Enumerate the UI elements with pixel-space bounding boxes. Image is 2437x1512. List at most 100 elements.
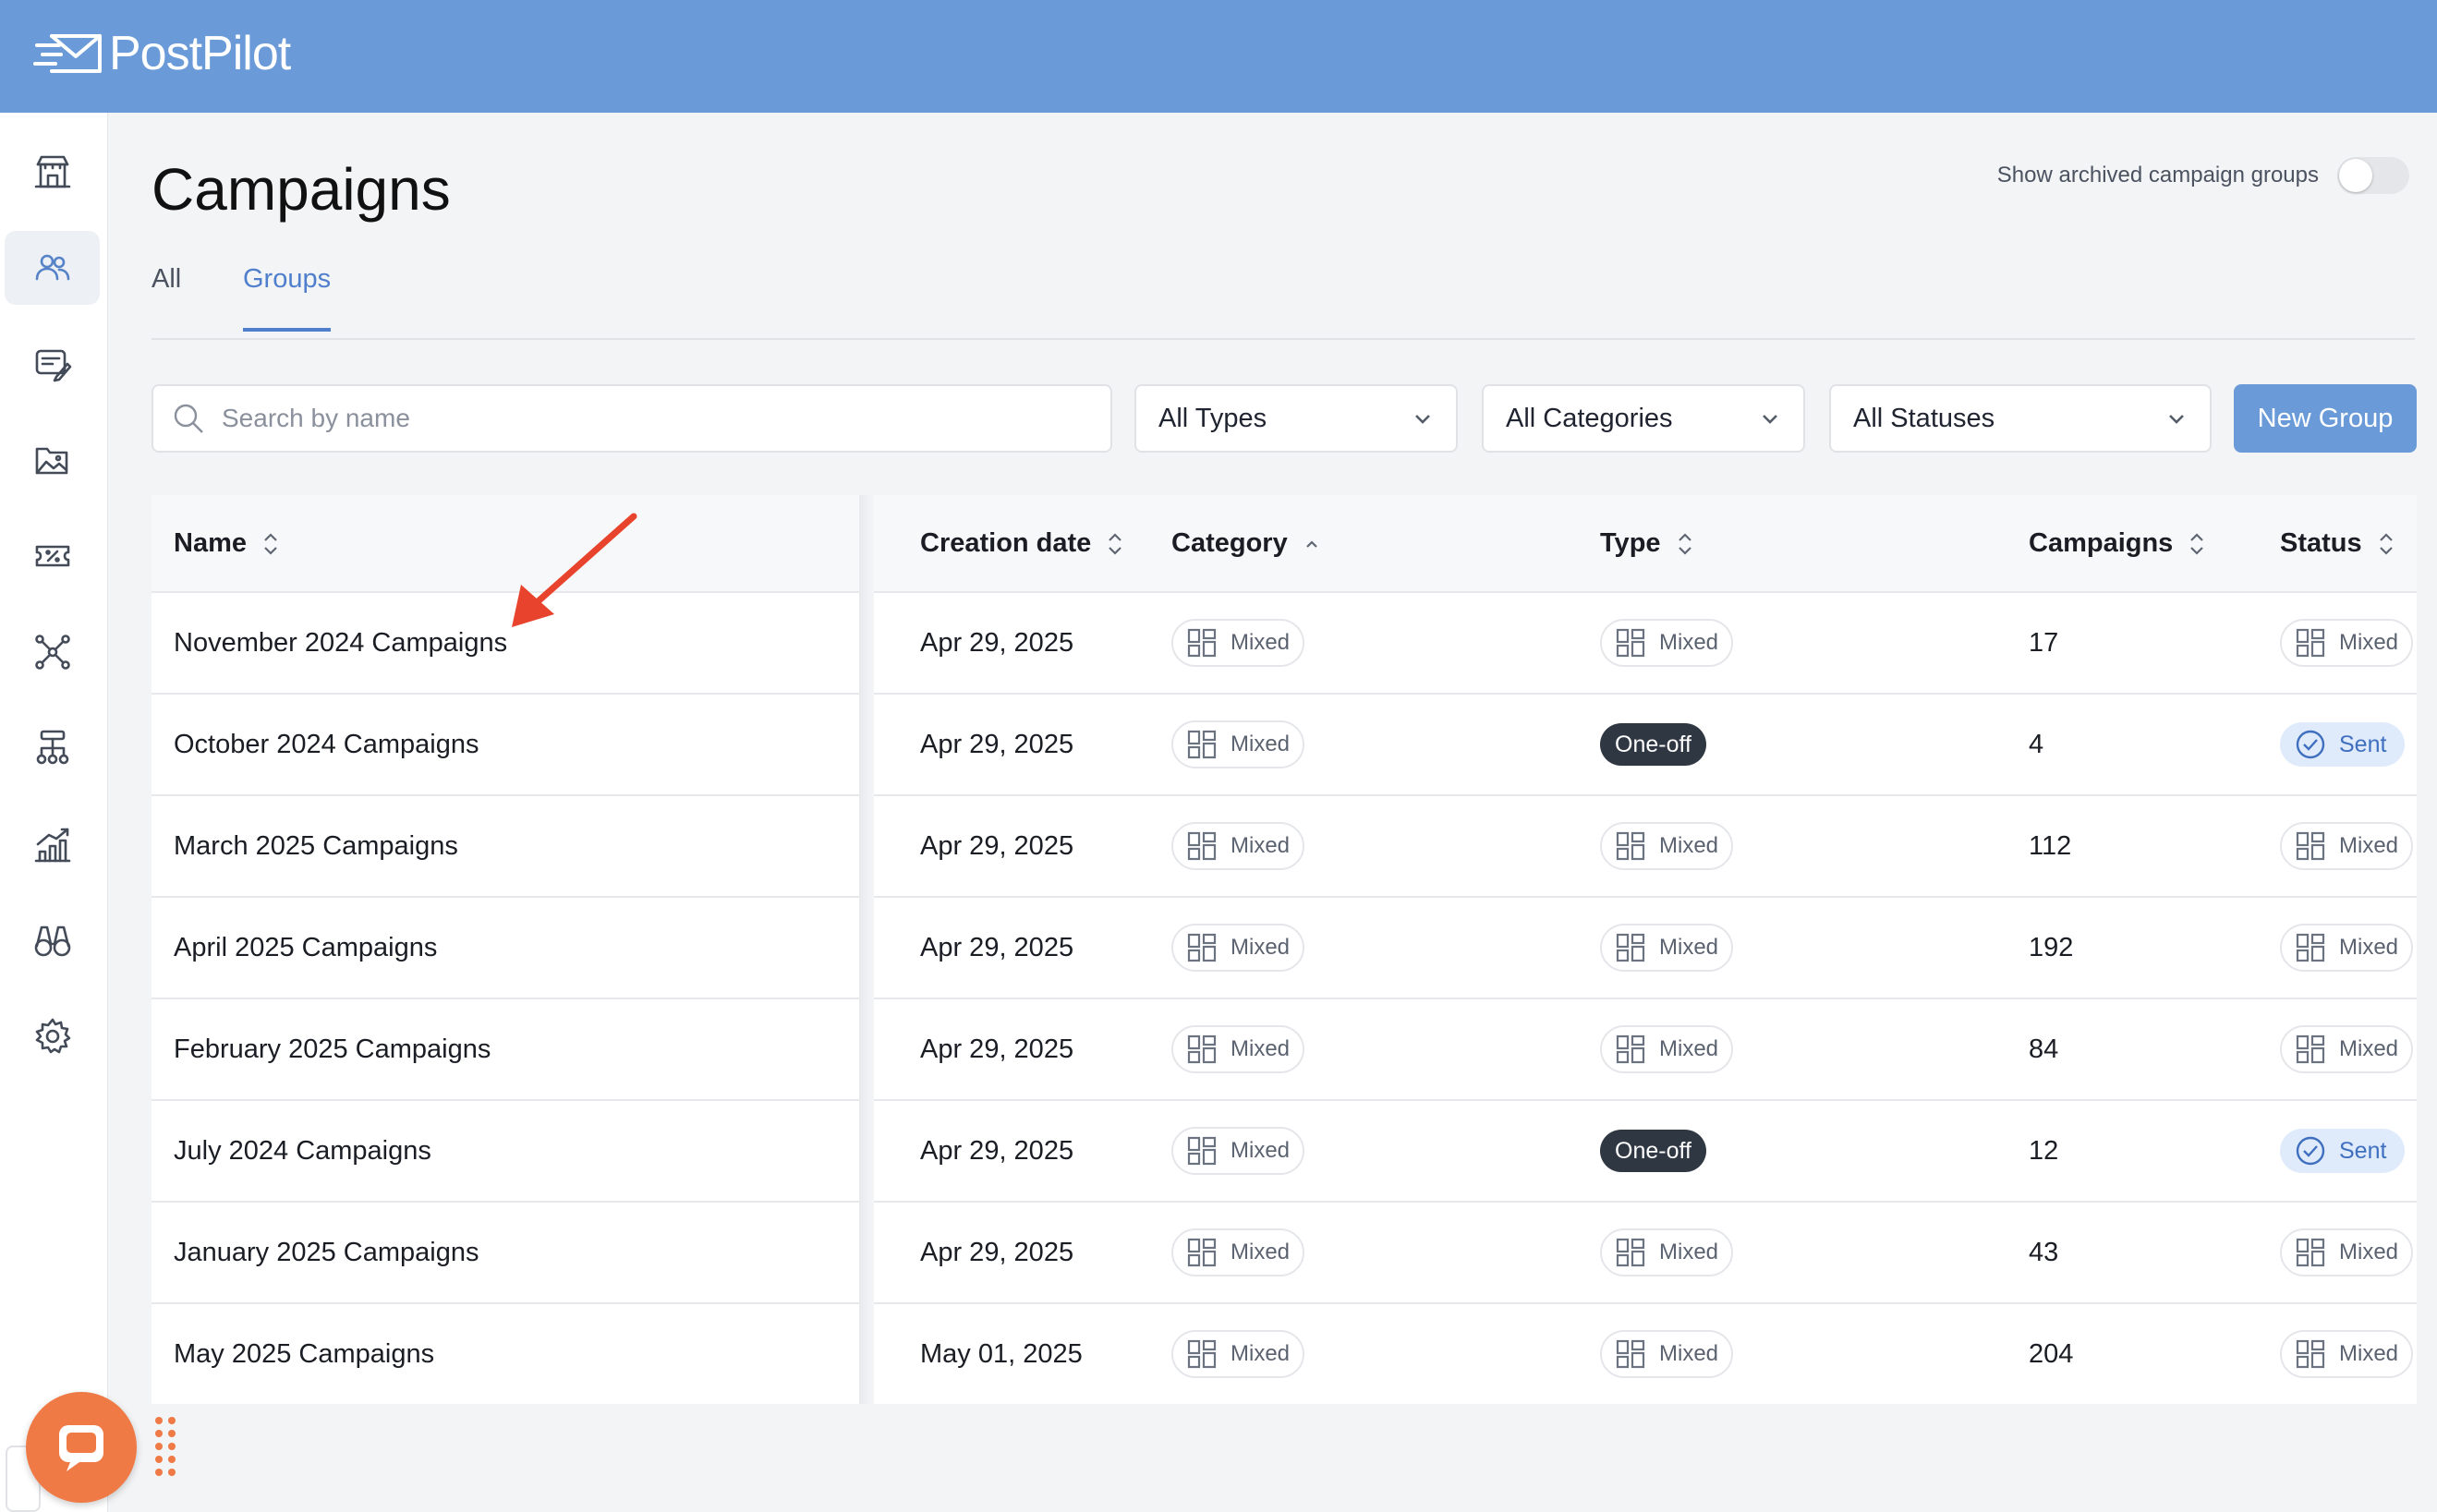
cell-date: Apr 29, 2025 <box>920 830 1074 861</box>
cell-name[interactable]: February 2025 Campaigns <box>174 999 491 1099</box>
table-row[interactable]: April 2025 Campaigns Apr 29, 2025 Mixed Mix… <box>152 898 2417 999</box>
mixed-icon <box>1616 628 1645 658</box>
mail-plane-icon <box>33 34 102 73</box>
status-badge: Mixed <box>2280 1228 2414 1276</box>
sidebar-item-creatives[interactable] <box>5 327 100 401</box>
sidebar-item-discover[interactable] <box>5 903 100 977</box>
sticky-column-divider <box>859 495 874 1404</box>
category-badge-label: Mixed <box>1231 1341 1291 1366</box>
cell-status: Mixed <box>2280 898 2414 998</box>
cell-campaigns: 112 <box>2029 830 2072 861</box>
logo-text: PostPilot <box>109 27 291 80</box>
cell-name[interactable]: November 2024 Campaigns <box>174 593 507 693</box>
archived-toggle[interactable] <box>2337 157 2409 194</box>
table-row[interactable]: March 2025 Campaigns Apr 29, 2025 Mixed Mix… <box>152 796 2417 898</box>
status-badge: Sent <box>2280 722 2406 767</box>
category-badge: Mixed <box>1171 1025 1305 1073</box>
sidebar-item-gallery[interactable] <box>5 423 100 497</box>
status-badge: Mixed <box>2280 822 2414 870</box>
cell-name[interactable]: October 2024 Campaigns <box>174 695 479 794</box>
cell-status: Sent <box>2280 695 2406 794</box>
logo[interactable]: PostPilot <box>33 26 291 81</box>
status-filter-label: All Statuses <box>1853 403 1995 433</box>
cell-name[interactable]: May 2025 Campaigns <box>174 1304 434 1404</box>
sidebar-item-analytics[interactable] <box>5 807 100 881</box>
chat-bubble-icon <box>59 1425 103 1471</box>
table-row[interactable]: November 2024 Campaigns Apr 29, 2025 Mixed… <box>152 593 2417 695</box>
col-type[interactable]: Type <box>1600 528 1696 559</box>
col-date-label: Creation date <box>920 528 1092 558</box>
table-row[interactable]: July 2024 Campaigns Apr 29, 2025 Mixed One-… <box>152 1101 2417 1203</box>
table-row[interactable]: May 2025 Campaigns May 01, 2025 Mixed Mixed… <box>152 1304 2417 1404</box>
cell-campaigns: 43 <box>2029 1237 2059 1267</box>
col-status[interactable]: Status <box>2280 528 2397 559</box>
mixed-icon <box>2296 1238 2325 1267</box>
creative-icon <box>35 349 71 382</box>
cell-campaigns: 84 <box>2029 1034 2059 1064</box>
cell-campaigns: 204 <box>2029 1338 2074 1369</box>
archived-toggle-row: Show archived campaign groups <box>1997 157 2409 194</box>
search-input[interactable] <box>222 404 1053 433</box>
cell-category: Mixed <box>1171 1101 1305 1201</box>
cell-category: Mixed <box>1171 999 1305 1099</box>
cell-date: Apr 29, 2025 <box>920 627 1074 658</box>
network-icon <box>34 635 70 670</box>
col-category[interactable]: Category <box>1171 528 1323 559</box>
col-creation-date[interactable]: Creation date <box>920 528 1126 559</box>
sidebar-item-storefront[interactable] <box>5 135 100 209</box>
cell-type: Mixed <box>1600 1203 1734 1302</box>
category-badge: Mixed <box>1171 1330 1305 1378</box>
mixed-icon <box>1187 1339 1217 1369</box>
cell-date: Apr 29, 2025 <box>920 1237 1074 1267</box>
sidebar-item-integrations[interactable] <box>5 615 100 689</box>
col-campaigns[interactable]: Campaigns <box>2029 528 2208 559</box>
status-badge-label: Mixed <box>2339 1240 2399 1264</box>
settings-icon <box>35 1018 70 1054</box>
cell-name[interactable]: March 2025 Campaigns <box>174 796 458 896</box>
col-status-label: Status <box>2280 528 2362 558</box>
tab-all[interactable]: All <box>152 264 181 328</box>
status-badge-label: Sent <box>2339 1137 2387 1164</box>
sidebar <box>0 113 108 1512</box>
table-row[interactable]: October 2024 Campaigns Apr 29, 2025 Mixed O… <box>152 695 2417 796</box>
mixed-icon <box>1616 1339 1645 1369</box>
table-row[interactable]: February 2025 Campaigns Apr 29, 2025 Mixed… <box>152 999 2417 1101</box>
drag-handle-icon[interactable] <box>153 1415 177 1478</box>
search-icon <box>174 404 203 433</box>
category-filter[interactable]: All Categories <box>1482 384 1805 453</box>
new-group-button[interactable]: New Group <box>2234 384 2417 453</box>
status-badge-label: Mixed <box>2339 630 2399 655</box>
status-badge: Mixed <box>2280 1025 2414 1073</box>
cell-name[interactable]: July 2024 Campaigns <box>174 1101 431 1201</box>
table-row[interactable]: January 2025 Campaigns Apr 29, 2025 Mixed M… <box>152 1203 2417 1304</box>
cell-campaigns: 4 <box>2029 729 2044 759</box>
sidebar-item-offers[interactable] <box>5 519 100 593</box>
sidebar-item-audiences[interactable] <box>5 231 100 305</box>
cell-status: Sent <box>2280 1101 2406 1201</box>
col-name[interactable]: Name <box>174 528 282 559</box>
cell-name[interactable]: January 2025 Campaigns <box>174 1203 479 1302</box>
sidebar-item-settings[interactable] <box>5 999 100 1073</box>
chat-button[interactable] <box>26 1392 137 1503</box>
groups-table: Name Creation date Category Type Campaig… <box>152 495 2417 1404</box>
category-badge-label: Mixed <box>1231 833 1291 858</box>
analytics-icon <box>34 828 70 863</box>
cell-name[interactable]: April 2025 Campaigns <box>174 898 437 998</box>
chevron-down-icon <box>2169 415 2184 424</box>
cell-date: Apr 29, 2025 <box>920 729 1074 759</box>
type-badge: Mixed <box>1600 619 1734 667</box>
sort-icon <box>1109 532 1122 555</box>
cell-type: One-off <box>1600 695 1706 794</box>
type-badge-label: Mixed <box>1659 1240 1719 1264</box>
status-badge-label: Sent <box>2339 731 2387 757</box>
cell-status: Mixed <box>2280 796 2414 896</box>
status-badge-label: Mixed <box>2339 1341 2399 1366</box>
status-badge-label: Mixed <box>2339 1036 2399 1061</box>
cell-date: May 01, 2025 <box>920 1338 1083 1369</box>
tab-groups[interactable]: Groups <box>243 264 332 332</box>
sort-icon <box>1678 532 1691 555</box>
status-filter[interactable]: All Statuses <box>1829 384 2212 453</box>
type-filter[interactable]: All Types <box>1134 384 1458 453</box>
cell-type: Mixed <box>1600 593 1734 693</box>
sidebar-item-automations[interactable] <box>5 711 100 785</box>
